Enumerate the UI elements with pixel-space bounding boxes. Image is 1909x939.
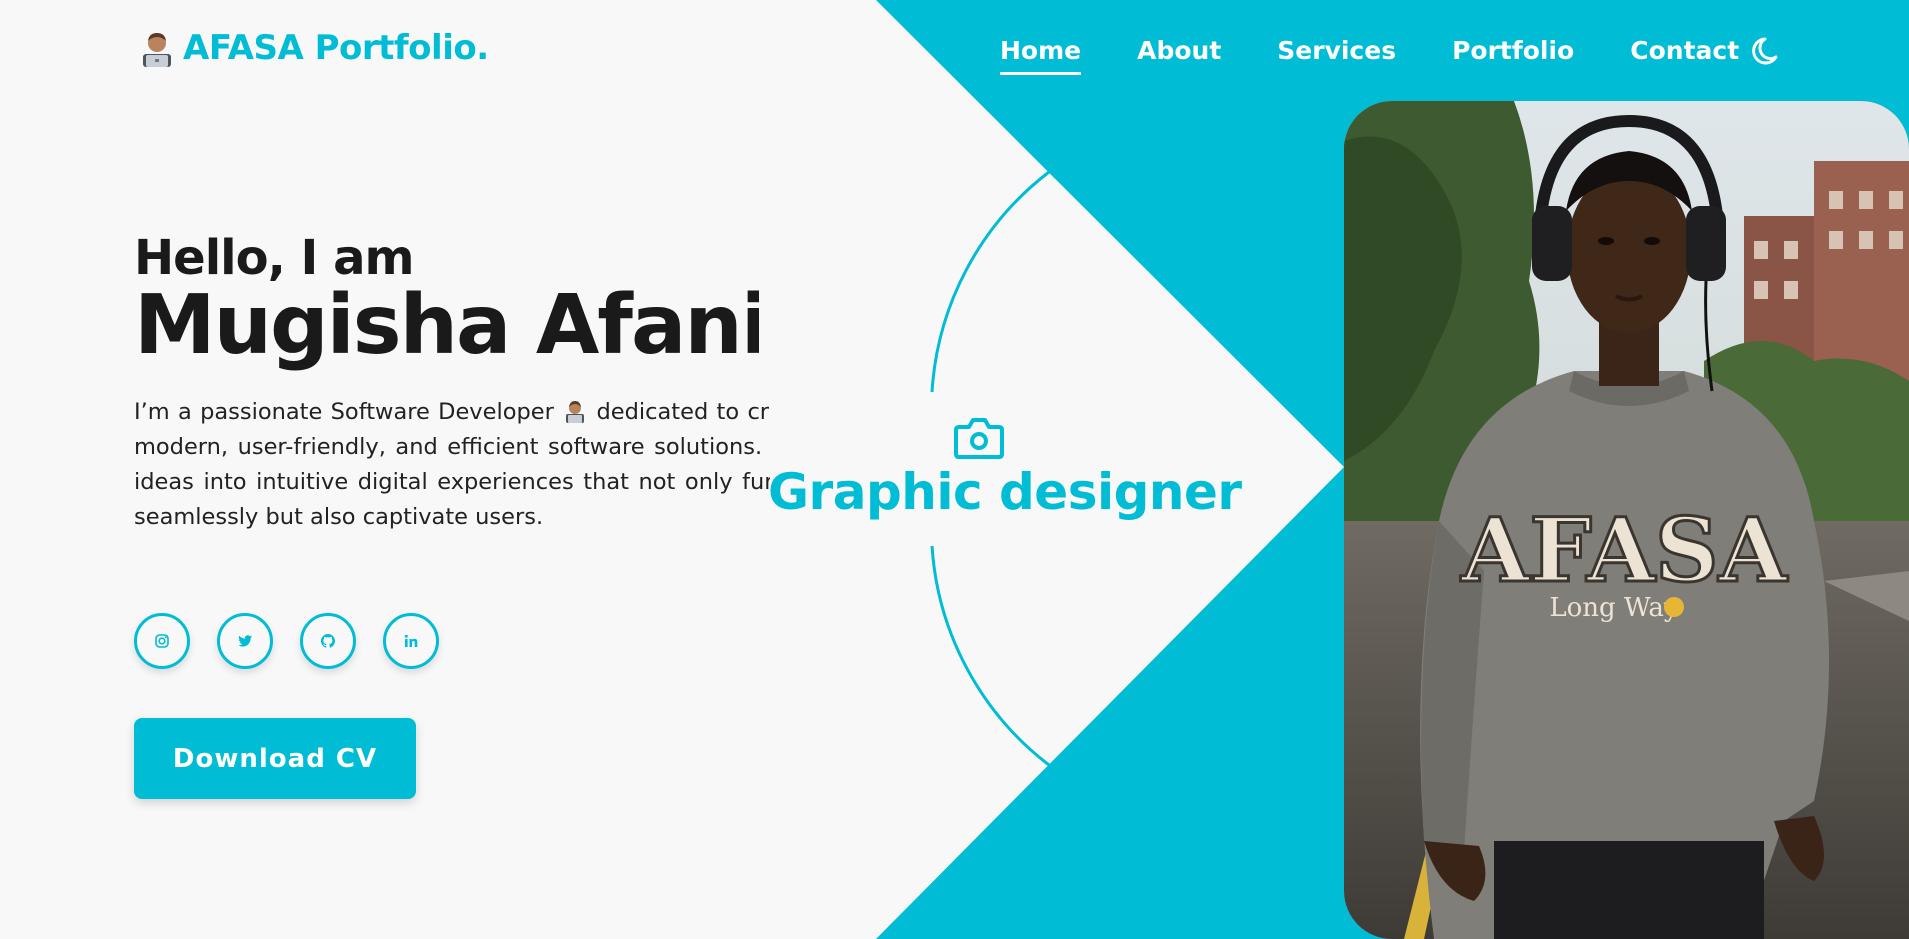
linkedin-icon: [404, 634, 418, 647]
instagram-icon: [155, 634, 169, 648]
nav-contact[interactable]: Contact: [1630, 36, 1739, 65]
camera-icon: [954, 418, 1004, 459]
twitter-icon: [238, 635, 252, 647]
logo[interactable]: AFASA Portfolio.: [137, 28, 489, 68]
portrait-illustration: AFASA Long Way: [1344, 101, 1909, 939]
download-cv-button[interactable]: Download CV: [134, 718, 416, 799]
bio-text-start: I’m a passionate Software Developer: [134, 399, 554, 425]
shirt-subtitle: Long Way: [1549, 593, 1679, 623]
bio: I’m a passionate Software Developer dedi…: [134, 395, 770, 570]
nav-menu: Home About Services Portfolio Contact: [1000, 36, 1795, 75]
bio-paragraph: I’m a passionate Software Developer dedi…: [134, 395, 770, 535]
man-technologist-emoji-icon: [566, 401, 585, 423]
logo-text: AFASA Portfolio.: [183, 28, 489, 68]
shirt-smiley-icon: [1664, 597, 1684, 617]
nav-about[interactable]: About: [1137, 36, 1221, 65]
moon-icon[interactable]: [1750, 33, 1786, 69]
nav-home[interactable]: Home: [1000, 36, 1082, 75]
nav-portfolio[interactable]: Portfolio: [1452, 36, 1574, 65]
instagram-button[interactable]: [134, 613, 190, 669]
hero: Hello, I am Mugisha Afani I’m a passiona…: [134, 230, 774, 570]
role-title: Graphic designer: [768, 463, 1242, 521]
nav-services[interactable]: Services: [1277, 36, 1396, 65]
navbar: AFASA Portfolio. Home About Services Por…: [0, 0, 1909, 105]
social-links: [134, 613, 439, 669]
man-technologist-emoji-icon: [143, 33, 171, 67]
shirt-title: AFASA: [1460, 498, 1788, 602]
github-button[interactable]: [300, 613, 356, 669]
profile-photo: AFASA Long Way: [1344, 101, 1909, 939]
hero-name: Mugisha Afani: [134, 278, 759, 373]
linkedin-button[interactable]: [383, 613, 439, 669]
twitter-button[interactable]: [217, 613, 273, 669]
github-icon: [321, 634, 335, 648]
